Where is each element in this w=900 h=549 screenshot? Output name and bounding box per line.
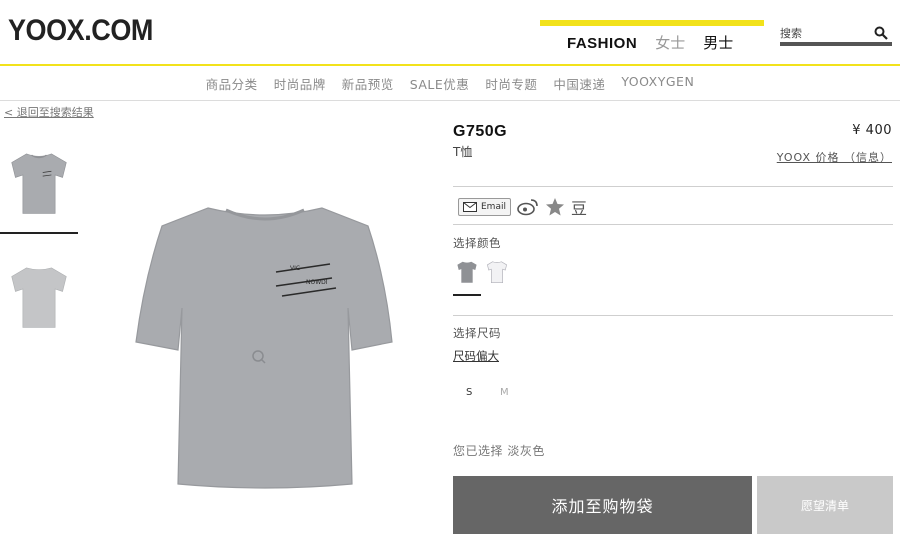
price-info-link[interactable]: YOOX 价格 （信息） — [777, 149, 892, 165]
tshirt-swatch-grey — [457, 261, 477, 283]
color-option-white[interactable] — [483, 258, 511, 286]
catnav-item-brands[interactable]: 时尚品牌 — [274, 74, 326, 93]
email-label: Email — [481, 202, 506, 212]
tshirt-swatch-white — [487, 261, 507, 284]
svg-text:NOWDI: NOWDI — [306, 279, 328, 286]
top-nav: FASHION 女士 男士 — [567, 32, 733, 53]
thumbnail-front[interactable] — [0, 134, 78, 234]
envelope-icon — [463, 202, 477, 212]
douban-icon[interactable]: 豆 — [571, 195, 587, 219]
size-option-m[interactable]: M — [500, 387, 509, 398]
tshirt-front-thumb-image — [11, 153, 67, 214]
wishlist-button[interactable]: 愿望清单 — [757, 476, 893, 534]
nav-highlight-bar — [540, 20, 764, 26]
tshirt-back-thumb-image — [11, 267, 67, 328]
svg-text:VIC: VIC — [290, 265, 300, 272]
catnav-divider — [0, 100, 900, 101]
category-nav: 商品分类 时尚品牌 新品预览 SALE优惠 时尚专题 中国速递 YOOXYGEN — [0, 74, 900, 93]
divider — [453, 186, 893, 187]
nav-men[interactable]: 男士 — [703, 32, 733, 53]
site-logo[interactable]: YOOX.COM — [8, 14, 153, 48]
share-bar: Email 豆 — [458, 195, 587, 219]
search-box — [780, 22, 892, 46]
header-divider — [0, 64, 900, 66]
product-brand[interactable]: G750G — [453, 123, 507, 141]
search-icon[interactable] — [874, 26, 888, 40]
weibo-icon[interactable] — [517, 198, 539, 216]
catnav-item-categories[interactable]: 商品分类 — [206, 74, 258, 93]
selected-color-text: 您已选择 淡灰色 — [453, 444, 545, 458]
size-label: 选择尺码 — [453, 326, 501, 340]
catnav-item-yooxygen[interactable]: YOOXYGEN — [621, 74, 694, 93]
product-main-image[interactable]: VIC NOWDI — [130, 200, 400, 495]
divider — [453, 224, 893, 225]
share-email-button[interactable]: Email — [458, 198, 511, 216]
size-guide-link[interactable]: 尺码偏大 — [453, 348, 499, 364]
catnav-item-china-express[interactable]: 中国速递 — [553, 74, 605, 93]
color-option-light-grey[interactable] — [453, 258, 481, 286]
catnav-item-sale[interactable]: SALE优惠 — [410, 74, 470, 93]
size-option-s[interactable]: S — [466, 387, 472, 398]
nav-women[interactable]: 女士 — [655, 32, 685, 53]
star-share-icon[interactable] — [545, 197, 565, 217]
back-to-results-link[interactable]: < 退回至搜索结果 — [4, 104, 94, 120]
nav-fashion[interactable]: FASHION — [567, 35, 637, 52]
catnav-item-new-arrivals[interactable]: 新品预览 — [342, 74, 394, 93]
catnav-item-features[interactable]: 时尚专题 — [485, 74, 537, 93]
divider — [453, 315, 893, 316]
search-input[interactable] — [780, 23, 870, 40]
thumbnail-back[interactable] — [0, 252, 78, 342]
product-price: ¥ 400 — [852, 123, 892, 138]
add-to-bag-button[interactable]: 添加至购物袋 — [453, 476, 752, 534]
product-type: T恤 — [453, 145, 473, 159]
color-selected-indicator — [453, 294, 481, 296]
color-label: 选择颜色 — [453, 236, 501, 250]
